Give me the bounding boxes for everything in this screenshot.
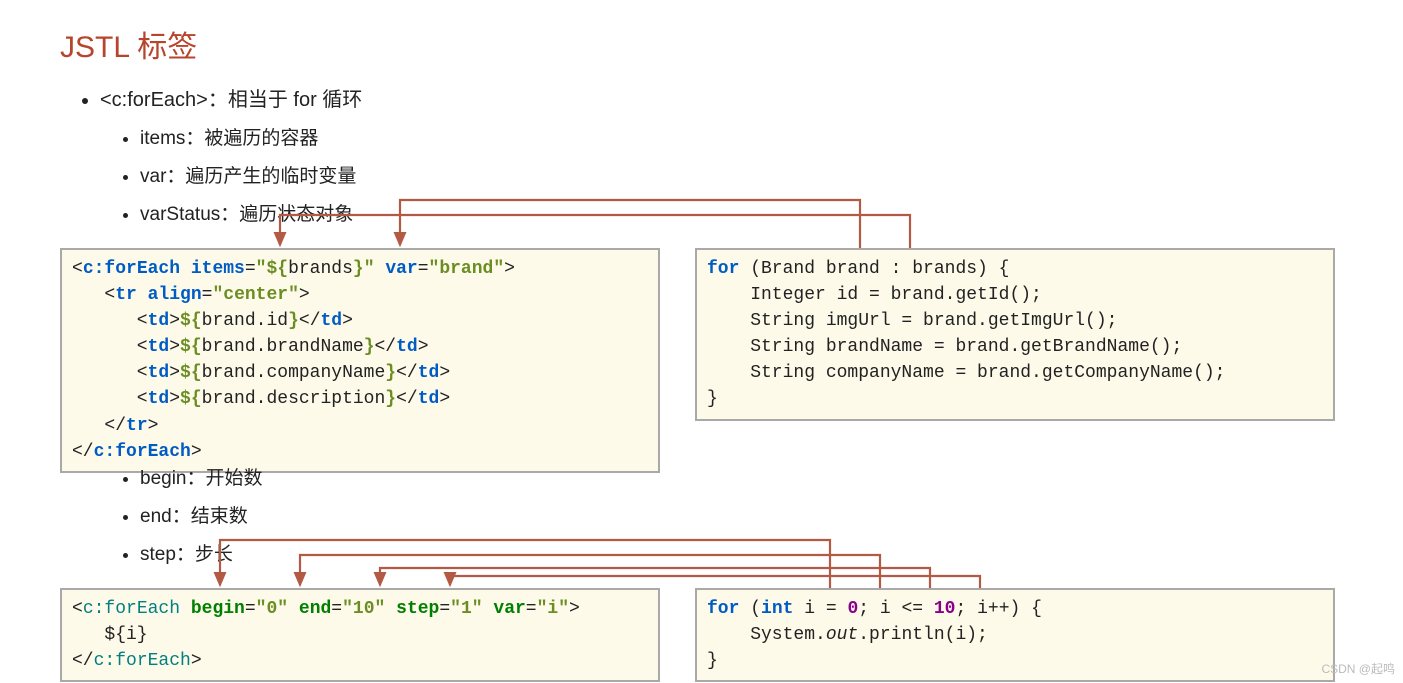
main-bullet: <c:forEach>：相当于 for 循环 items：被遍历的容器 var：…	[100, 80, 1403, 234]
code-java-for-int: for (int i = 0; i <= 10; i++) { System.o…	[695, 588, 1335, 682]
sub-list-2-container: begin：开始数 end：结束数 step：步长	[60, 460, 263, 574]
bullet-varstatus: varStatus：遍历状态对象	[140, 196, 1403, 234]
bullet-step: step：步长	[140, 536, 263, 574]
bullet-var: var：遍历产生的临时变量	[140, 158, 1403, 196]
sub-list-1: items：被遍历的容器 var：遍历产生的临时变量 varStatus：遍历状…	[100, 120, 1403, 234]
bullet-items: items：被遍历的容器	[140, 120, 1403, 158]
bullet-end: end：结束数	[140, 498, 263, 536]
bullet-begin: begin：开始数	[140, 460, 263, 498]
main-list: <c:forEach>：相当于 for 循环 items：被遍历的容器 var：…	[60, 80, 1403, 234]
watermark: CSDN @起鸣	[1321, 660, 1395, 677]
page-title: JSTL 标签	[60, 22, 1403, 66]
sub-list-2: begin：开始数 end：结束数 step：步长	[100, 460, 263, 574]
code-java-for-brands: for (Brand brand : brands) { Integer id …	[695, 248, 1335, 421]
code-jstl-foreach-begin: <c:forEach begin="0" end="10" step="1" v…	[60, 588, 660, 682]
main-bullet-text: <c:forEach>：相当于 for 循环	[100, 89, 362, 111]
code-jstl-foreach-items: <c:forEach items="${brands}" var="brand"…	[60, 248, 660, 473]
